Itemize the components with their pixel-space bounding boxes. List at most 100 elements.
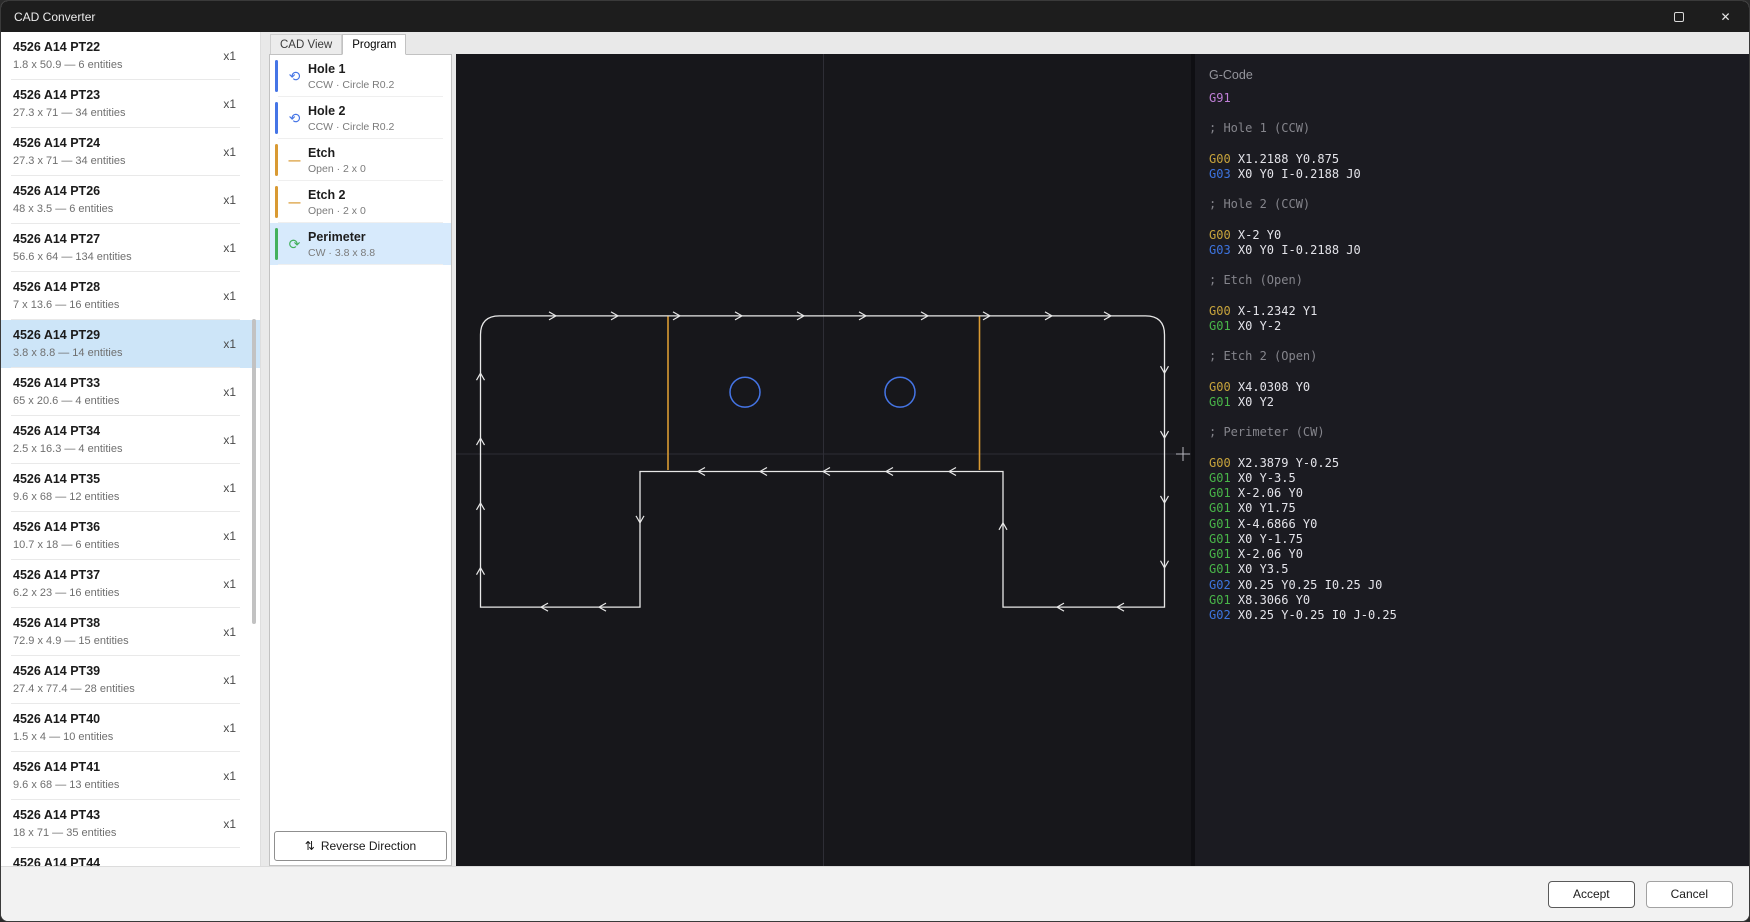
part-meta: 72.9 x 4.9 — 15 entities [13, 635, 216, 647]
reverse-direction-button[interactable]: ⇅ Reverse Direction [274, 831, 447, 861]
gcode-header: G-Code [1195, 54, 1749, 82]
direction-arrows [477, 312, 1169, 611]
part-list-item[interactable]: 4526 A14 PT3610.7 x 18 — 6 entitiesx1 [1, 512, 260, 560]
part-name: 4526 A14 PT38 [13, 615, 216, 631]
part-quantity: x1 [223, 193, 236, 207]
part-list-item[interactable]: 4526 A14 PT40 1.5 x 4 — 10 entities x1 [1, 704, 260, 752]
part-list-item[interactable]: 4526 A14 PT359.6 x 68 — 12 entitiesx1 [1, 464, 260, 512]
gcode-line: G01 X-2.06 Y0 [1209, 486, 1749, 501]
part-meta: 27.3 x 71 — 34 entities [13, 155, 216, 167]
operation-item-etch[interactable]: —EtchOpen · 2 x 0 [270, 139, 451, 181]
operation-meta: CCW · Circle R0.2 [308, 121, 394, 133]
part-name: 4526 A14 PT39 [13, 663, 216, 679]
reverse-direction-label: Reverse Direction [321, 839, 416, 853]
part-list-item[interactable]: 4526 A14 PT3872.9 x 4.9 — 15 entitiesx1 [1, 608, 260, 656]
operation-color-bar [275, 102, 278, 134]
part-list-item[interactable]: 4526 A14 PT2756.6 x 64 — 134 entitiesx1 [1, 224, 260, 272]
part-meta: 18 x 71 — 35 entities [13, 827, 216, 839]
content-area: 4526 A14 PT221.8 x 50.9 — 6 entitiesx145… [1, 32, 1749, 866]
part-quantity: x1 [223, 145, 236, 159]
part-name: 4526 A14 PT37 [13, 567, 216, 583]
accept-button[interactable]: Accept [1548, 881, 1635, 908]
operation-item-hole-1[interactable]: ⟲Hole 1CCW · Circle R0.2 [270, 55, 451, 97]
maximize-button[interactable] [1655, 1, 1702, 32]
part-list-item[interactable]: 4526 A14 PT2327.3 x 71 — 34 entitiesx1 [1, 80, 260, 128]
operation-meta: Open · 2 x 0 [308, 205, 366, 217]
gcode-line: G00 X-2 Y0 [1209, 228, 1749, 243]
part-meta: 48 x 3.5 — 6 entities [13, 203, 216, 215]
part-list-item[interactable]: 4526 A14 PT3927.4 x 77.4 — 28 entitiesx1 [1, 656, 260, 704]
part-name: 4526 A14 PT33 [13, 375, 216, 391]
part-list-item[interactable]: 4526 A14 PT376.2 x 23 — 16 entitiesx1 [1, 560, 260, 608]
cad-canvas[interactable] [456, 54, 1191, 866]
reverse-direction-icon: ⇅ [305, 839, 315, 853]
gcode-line [1209, 289, 1749, 304]
gcode-line: G03 X0 Y0 I-0.2188 J0 [1209, 167, 1749, 182]
titlebar: CAD Converter ✕ [1, 1, 1749, 32]
part-name: 4526 A14 PT29 [13, 327, 216, 343]
part-meta: 7 x 13.6 — 16 entities [13, 299, 216, 311]
part-list-item[interactable]: 4526 A14 PT22 1.8 x 50.9 — 6 entities x1 [1, 32, 260, 80]
program-panel: ⟲Hole 1CCW · Circle R0.2⟲Hole 2CCW · Cir… [269, 54, 452, 866]
gcode-line: G91 [1209, 91, 1749, 106]
part-quantity: x1 [223, 49, 236, 63]
part-name: 4526 A14 PT43 [13, 807, 216, 823]
operation-color-bar [275, 60, 278, 92]
gcode-line: G00 X1.2188 Y0.875 [1209, 152, 1749, 167]
operation-item-perimeter[interactable]: ⟳PerimeterCW · 3.8 x 8.8 [270, 223, 451, 265]
tab-program[interactable]: Program [342, 34, 406, 55]
close-button[interactable]: ✕ [1702, 1, 1749, 32]
part-quantity: x1 [223, 721, 236, 735]
gcode-line: G01 X0 Y-3.5 [1209, 471, 1749, 486]
part-list-item[interactable]: 4526 A14 PT419.6 x 68 — 13 entitiesx1 [1, 752, 260, 800]
part-quantity: x1 [223, 481, 236, 495]
parts-list-panel: 4526 A14 PT221.8 x 50.9 — 6 entitiesx145… [1, 32, 261, 866]
operation-meta: CW · 3.8 x 8.8 [308, 247, 375, 259]
part-list-item[interactable]: 4526 A14 PT293.8 x 8.8 — 14 entitiesx1 [1, 320, 260, 368]
part-quantity: x1 [223, 337, 236, 351]
program-area: CAD View Program ⟲Hole 1CCW · Circle R0.… [269, 34, 452, 866]
operation-color-bar [275, 144, 278, 176]
gcode-line: G01 X0 Y2 [1209, 395, 1749, 410]
gcode-line [1209, 182, 1749, 197]
part-list-item[interactable]: 4526 A14 PT3365 x 20.6 — 4 entitiesx1 [1, 368, 260, 416]
part-quantity: x1 [223, 241, 236, 255]
part-quantity: x1 [223, 769, 236, 783]
operation-meta: CCW · Circle R0.2 [308, 79, 394, 91]
tab-cad-view[interactable]: CAD View [270, 34, 342, 54]
part-name: 4526 A14 PT24 [13, 135, 216, 151]
operation-name: Hole 1 [308, 62, 394, 77]
part-meta: 65 x 20.6 — 4 entities [13, 395, 216, 407]
part-list-item[interactable]: 4526 A14 PT342.5 x 16.3 — 4 entitiesx1 [1, 416, 260, 464]
operation-meta: Open · 2 x 0 [308, 163, 366, 175]
gcode-line [1209, 334, 1749, 349]
cancel-button[interactable]: Cancel [1646, 881, 1733, 908]
part-meta: 56.6 x 64 — 134 entities [13, 251, 216, 263]
part-list-item[interactable]: 4526 A14 PT4318 x 71 — 35 entitiesx1 [1, 800, 260, 848]
operation-item-etch-2[interactable]: —Etch 2Open · 2 x 0 [270, 181, 451, 223]
part-meta: 10.7 x 18 — 6 entities [13, 539, 216, 551]
part-meta: 1.5 x 4 — 10 entities [13, 731, 216, 743]
bottom-bar: Accept Cancel [1, 866, 1749, 921]
operation-item-hole-2[interactable]: ⟲Hole 2CCW · Circle R0.2 [270, 97, 451, 139]
part-name: 4526 A14 PT26 [13, 183, 216, 199]
part-meta: 1.8 x 50.9 — 6 entities [13, 59, 216, 71]
gcode-line: G01 X0 Y1.75 [1209, 501, 1749, 516]
part-list-item[interactable]: 4526 A14 PT287 x 13.6 — 16 entitiesx1 [1, 272, 260, 320]
close-icon: ✕ [1720, 10, 1730, 24]
part-name: 4526 A14 PT22 [13, 39, 216, 55]
gcode-line: G01 X0 Y-2 [1209, 319, 1749, 334]
gcode-line [1209, 106, 1749, 121]
part-quantity: x1 [223, 529, 236, 543]
parts-scrollbar-thumb[interactable] [252, 319, 256, 624]
cw-arrow-icon: ⟳ [286, 236, 303, 253]
part-list-item[interactable]: 4526 A14 PT24 27.3 x 71 — 34 entities x1 [1, 128, 260, 176]
part-list-item[interactable]: 4526 A14 PT26 48 x 3.5 — 6 entities x1 [1, 176, 260, 224]
part-name: 4526 A14 PT40 [13, 711, 216, 727]
hole-circle-1 [730, 377, 760, 407]
part-quantity: x1 [223, 433, 236, 447]
gcode-line [1209, 213, 1749, 228]
window-title: CAD Converter [1, 10, 95, 24]
part-list-item[interactable]: 4526 A14 PT44x1 [1, 848, 260, 866]
gcode-line [1209, 441, 1749, 456]
